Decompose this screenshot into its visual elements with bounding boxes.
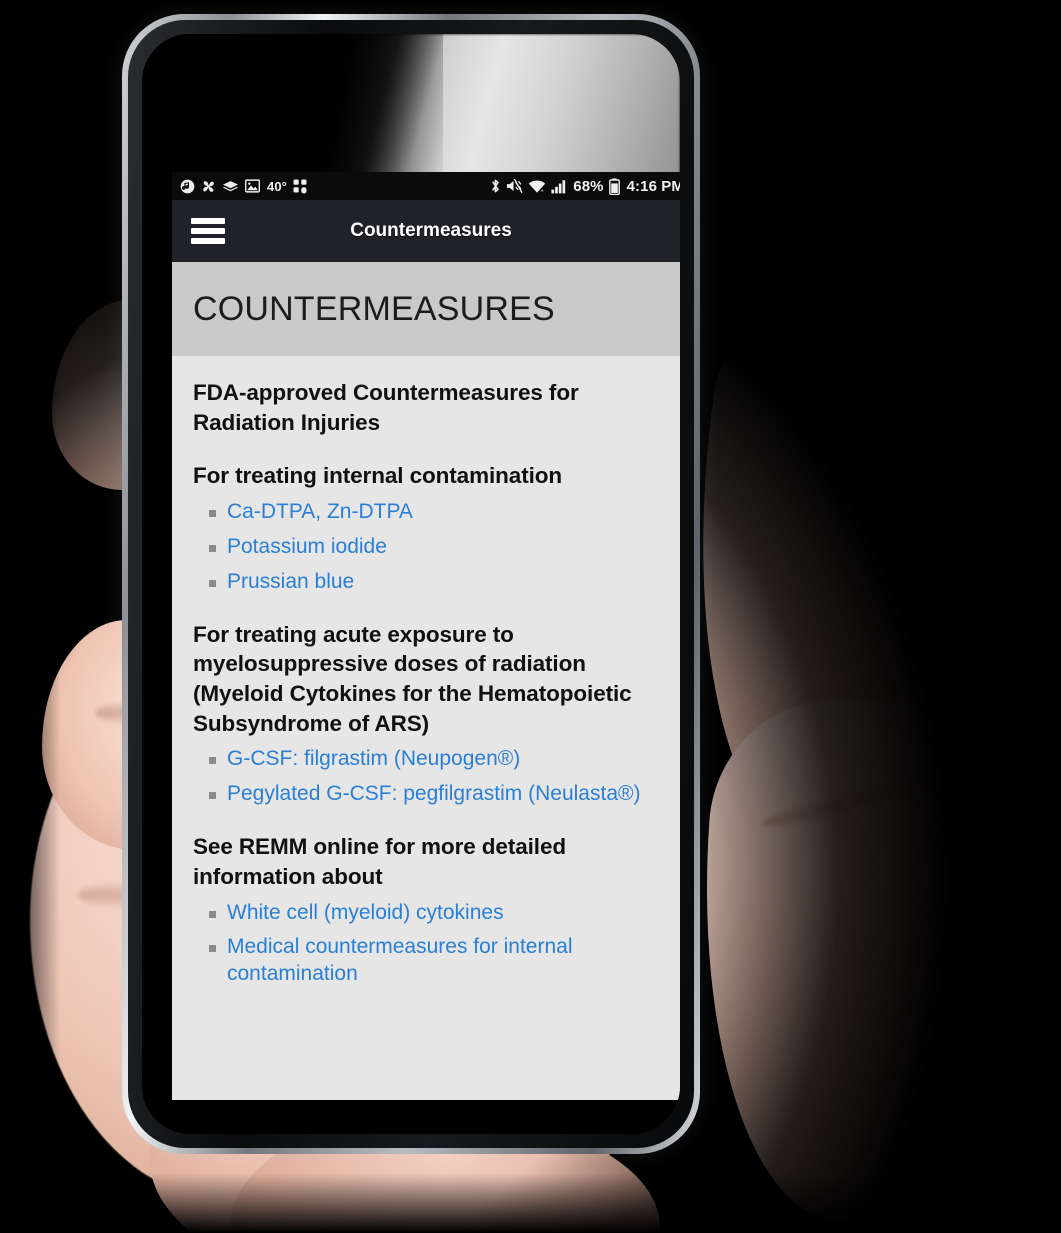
page-title-banner: COUNTERMEASURES	[172, 262, 680, 356]
section-heading-acute-exposure: For treating acute exposure to myelosupp…	[193, 621, 632, 736]
section-heading-see-remm-online: See REMM online for more detailed inform…	[193, 834, 567, 889]
cellular-signal-icon	[551, 179, 568, 194]
intro-heading: FDA-approved Countermeasures for Radiati…	[193, 380, 579, 435]
thumb	[652, 276, 1028, 874]
phone-screen: 40° 68% 4:16 PM Countermeasures COUNTERM…	[172, 172, 680, 1100]
hamburger-menu-icon[interactable]	[191, 218, 225, 244]
status-bar: 40° 68% 4:16 PM	[172, 172, 680, 200]
page-content: FDA-approved Countermeasures for Radiati…	[172, 356, 680, 1005]
link-white-cell-myeloid-cytokines[interactable]: White cell (myeloid) cytokines	[227, 901, 504, 924]
link-prussian-blue[interactable]: Prussian blue	[227, 570, 354, 593]
link-pegylated-gcsf-pegfilgrastim[interactable]: Pegylated G-CSF: pegfilgrastim (Neulasta…	[227, 782, 640, 805]
list-item[interactable]: White cell (myeloid) cytokines	[193, 900, 670, 927]
content-bottom-space	[172, 1004, 680, 1100]
status-bar-left: 40°	[180, 179, 307, 194]
app-bar-title: Countermeasures	[350, 220, 512, 241]
list-item[interactable]: Potassium iodide	[193, 534, 670, 561]
link-gcsf-filgrastim[interactable]: G-CSF: filgrastim (Neupogen®)	[227, 747, 520, 770]
list-item[interactable]: Pegylated G-CSF: pegfilgrastim (Neulasta…	[193, 781, 670, 808]
layers-icon	[222, 179, 239, 194]
link-medical-countermeasures-internal-contamination[interactable]: Medical countermeasures for internal con…	[227, 935, 573, 985]
link-ca-dtpa-zn-dtpa[interactable]: Ca-DTPA, Zn-DTPA	[227, 500, 413, 523]
phone-bezel: 40° 68% 4:16 PM Countermeasures COUNTERM…	[128, 20, 694, 1148]
thumb-lower	[682, 690, 998, 1230]
list-item[interactable]: Medical countermeasures for internal con…	[193, 934, 670, 988]
wifi-icon	[528, 179, 546, 194]
clock-label: 4:16 PM	[626, 177, 680, 195]
link-list-more-information: White cell (myeloid) cytokines Medical c…	[193, 900, 670, 989]
status-bar-right: 68% 4:16 PM	[490, 178, 680, 195]
list-item[interactable]: G-CSF: filgrastim (Neupogen®)	[193, 746, 670, 773]
battery-percent-label: 68%	[573, 177, 604, 195]
pinwheel-icon	[201, 179, 216, 194]
link-list-myeloid-cytokines: G-CSF: filgrastim (Neupogen®) Pegylated …	[193, 746, 670, 808]
section-heading-internal-contamination: For treating internal contamination	[193, 463, 563, 489]
photo-icon	[245, 179, 260, 193]
link-potassium-iodide[interactable]: Potassium iodide	[227, 535, 387, 558]
thumb-crease	[759, 768, 941, 836]
list-item[interactable]: Prussian blue	[193, 569, 670, 596]
music-note-icon	[180, 179, 195, 194]
list-item[interactable]: Ca-DTPA, Zn-DTPA	[193, 499, 670, 526]
battery-icon	[608, 177, 620, 195]
phone-glass: 40° 68% 4:16 PM Countermeasures COUNTERM…	[142, 34, 680, 1134]
app-bar: Countermeasures	[172, 200, 680, 262]
screenshot-stage: 40° 68% 4:16 PM Countermeasures COUNTERM…	[0, 0, 1061, 1233]
temperature-indicator: 40°	[267, 178, 287, 194]
app-grid-icon	[293, 179, 307, 194]
link-list-internal-contamination: Ca-DTPA, Zn-DTPA Potassium iodide Prussi…	[193, 499, 670, 596]
volume-mute-icon	[506, 178, 523, 194]
bluetooth-icon	[490, 178, 501, 194]
page-title: COUNTERMEASURES	[193, 290, 555, 328]
phone-device: 40° 68% 4:16 PM Countermeasures COUNTERM…	[122, 14, 700, 1154]
